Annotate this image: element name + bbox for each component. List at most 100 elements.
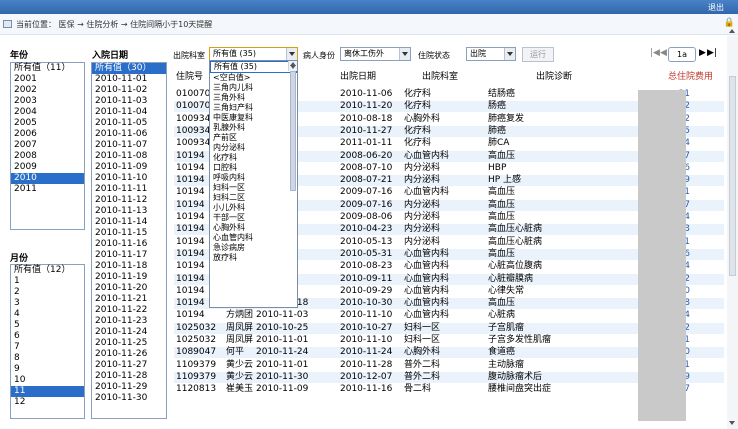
year-option[interactable]: 2004 xyxy=(11,107,84,118)
month-option[interactable]: 8 xyxy=(11,353,84,364)
month-option[interactable]: 10 xyxy=(11,375,84,386)
scroll-down-icon[interactable] xyxy=(290,65,296,69)
admit-date-option[interactable]: 2010-11-22 xyxy=(92,305,166,316)
month-option[interactable]: 11 xyxy=(11,386,84,397)
dept-option[interactable]: 妇科二区 xyxy=(210,193,297,203)
page-input[interactable]: 1a xyxy=(668,47,696,62)
year-option[interactable]: 2011 xyxy=(11,184,84,195)
admit-all-option[interactable]: 所有值（30） xyxy=(92,63,166,74)
dropdown-scrollbar[interactable] xyxy=(288,61,297,191)
admit-date-option[interactable]: 2010-11-19 xyxy=(92,272,166,283)
prev-page-icon[interactable]: ◀ xyxy=(660,48,667,58)
page-scrollbar[interactable] xyxy=(727,36,738,429)
first-page-icon[interactable]: |◀ xyxy=(650,48,660,58)
admit-date-option[interactable]: 2010-11-06 xyxy=(92,129,166,140)
admit-date-option[interactable]: 2010-11-23 xyxy=(92,316,166,327)
year-option[interactable]: 2006 xyxy=(11,129,84,140)
dept-option[interactable]: 内分泌科 xyxy=(210,143,297,153)
dept-option[interactable]: 呼吸内科 xyxy=(210,173,297,183)
dept-option[interactable]: 三角内儿科 xyxy=(210,83,297,93)
dept-dropdown-list[interactable]: 所有值 (35) <空白值> 三角内儿科 三角外科 三角妇产科 中医康复科 乳腺外科 产前区内… xyxy=(209,60,298,308)
run-button[interactable]: 运行 xyxy=(522,47,554,62)
scroll-down-icon[interactable] xyxy=(729,421,735,425)
month-option[interactable]: 6 xyxy=(11,331,84,342)
year-listbox[interactable]: 所有值（11） 2001 2002 2003 2004 2005 2006 2007 2008… xyxy=(10,62,85,230)
admit-date-option[interactable]: 2010-11-08 xyxy=(92,151,166,162)
dept-option[interactable]: 化疗科 xyxy=(210,153,297,163)
admit-date-option[interactable]: 2010-11-02 xyxy=(92,85,166,96)
dept-option[interactable]: 小儿外科 xyxy=(210,203,297,213)
admit-date-option[interactable]: 2010-11-13 xyxy=(92,206,166,217)
year-option[interactable]: 2003 xyxy=(11,96,84,107)
month-option[interactable]: 3 xyxy=(11,298,84,309)
admit-date-option[interactable]: 2010-11-24 xyxy=(92,327,166,338)
dept-option[interactable]: 妇科一区 xyxy=(210,183,297,193)
admit-date-option[interactable]: 2010-11-03 xyxy=(92,96,166,107)
exit-link[interactable]: 退出 xyxy=(708,2,724,13)
month-option[interactable]: 12 xyxy=(11,397,84,408)
dept-option[interactable]: 三角妇产科 xyxy=(210,103,297,113)
month-option[interactable]: 5 xyxy=(11,320,84,331)
admit-date-option[interactable]: 2010-11-16 xyxy=(92,239,166,250)
admit-date-option[interactable]: 2010-11-07 xyxy=(92,140,166,151)
admit-date-option[interactable]: 2010-11-18 xyxy=(92,261,166,272)
month-option[interactable]: 7 xyxy=(11,342,84,353)
month-listbox[interactable]: 所有值（12） 1 2 3 4 5 6 7 8 9 10 11 12 xyxy=(10,264,85,419)
dept-option[interactable]: 三角外科 xyxy=(210,93,297,103)
year-option[interactable]: 2007 xyxy=(11,140,84,151)
dept-option[interactable]: 心胸外科 xyxy=(210,223,297,233)
dept-select[interactable]: 所有值 (35) xyxy=(209,47,298,61)
admit-date-option[interactable]: 2010-11-12 xyxy=(92,195,166,206)
admit-date-option[interactable]: 2010-11-29 xyxy=(92,382,166,393)
admit-date-option[interactable]: 2010-11-21 xyxy=(92,294,166,305)
dept-option[interactable]: 乳腺外科 xyxy=(210,123,297,133)
admit-date-option[interactable]: 2010-11-14 xyxy=(92,217,166,228)
year-option[interactable]: 2005 xyxy=(11,118,84,129)
year-option[interactable]: 2009 xyxy=(11,162,84,173)
col-discharge-dept[interactable]: 出院科室 xyxy=(422,69,458,82)
dept-option[interactable]: 所有值 (35) xyxy=(210,61,297,73)
dept-option[interactable]: 急诊病房 xyxy=(210,243,297,253)
dept-option[interactable]: 放疗科 xyxy=(210,253,297,263)
admit-date-option[interactable]: 2010-11-17 xyxy=(92,250,166,261)
admit-date-option[interactable]: 2010-11-20 xyxy=(92,283,166,294)
year-all-option[interactable]: 所有值（11） xyxy=(11,63,84,74)
scroll-thumb[interactable] xyxy=(729,76,736,276)
admit-date-option[interactable]: 2010-11-11 xyxy=(92,184,166,195)
status-select[interactable]: 出院 xyxy=(466,47,516,61)
admit-date-option[interactable]: 2010-11-27 xyxy=(92,360,166,371)
admit-date-option[interactable]: 2010-11-26 xyxy=(92,349,166,360)
next-page-icon[interactable]: ▶ xyxy=(699,48,706,58)
month-option[interactable]: 9 xyxy=(11,364,84,375)
col-inpatient-no[interactable]: 住院号 xyxy=(176,69,203,82)
month-option[interactable]: 2 xyxy=(11,287,84,298)
year-option[interactable]: 2002 xyxy=(11,85,84,96)
dept-option[interactable]: 干部一区 xyxy=(210,213,297,223)
admit-date-listbox[interactable]: 所有值（30） 2010-11-01 2010-11-02 2010-11-03 20… xyxy=(91,62,167,419)
admit-date-option[interactable]: 2010-11-30 xyxy=(92,393,166,404)
col-total-cost[interactable]: 总住院费用 xyxy=(668,69,713,82)
admit-date-option[interactable]: 2010-11-09 xyxy=(92,162,166,173)
dept-option[interactable]: 中医康复科 xyxy=(210,113,297,123)
last-page-icon[interactable]: ▶| xyxy=(707,48,717,58)
dept-option[interactable]: 口腔科 xyxy=(210,163,297,173)
col-discharge-date[interactable]: 出院日期 xyxy=(340,69,376,82)
admit-date-option[interactable]: 2010-11-10 xyxy=(92,173,166,184)
dept-option[interactable]: <空白值> xyxy=(210,73,297,83)
admit-date-option[interactable]: 2010-11-04 xyxy=(92,107,166,118)
month-all-option[interactable]: 所有值（12） xyxy=(11,265,84,276)
admit-date-option[interactable]: 2010-11-01 xyxy=(92,74,166,85)
lock-icon[interactable]: 🔒 xyxy=(724,18,735,28)
month-option[interactable]: 4 xyxy=(11,309,84,320)
year-option[interactable]: 2010 xyxy=(11,173,84,184)
dept-option[interactable]: 心血管内科 xyxy=(210,233,297,243)
admit-date-option[interactable]: 2010-11-25 xyxy=(92,338,166,349)
admit-date-option[interactable]: 2010-11-28 xyxy=(92,371,166,382)
identity-select[interactable]: 离休工伤外 xyxy=(340,47,411,61)
month-option[interactable]: 1 xyxy=(11,276,84,287)
col-discharge-diag[interactable]: 出院诊断 xyxy=(536,69,572,82)
year-option[interactable]: 2001 xyxy=(11,74,84,85)
admit-date-option[interactable]: 2010-11-05 xyxy=(92,118,166,129)
scroll-up-icon[interactable] xyxy=(729,29,735,33)
year-option[interactable]: 2008 xyxy=(11,151,84,162)
